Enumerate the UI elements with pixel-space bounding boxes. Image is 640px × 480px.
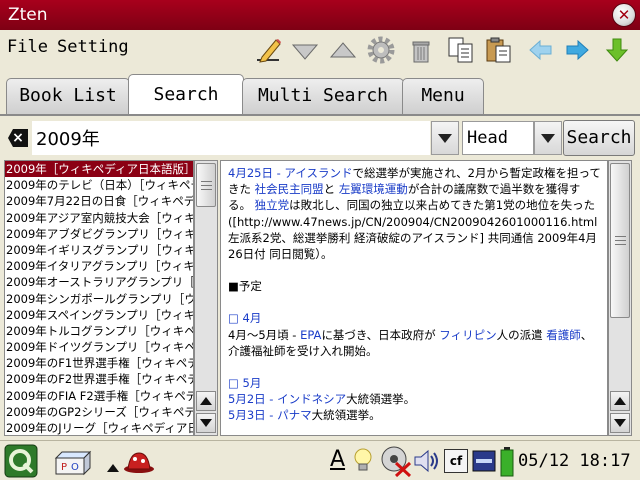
article-citation: ([http://www.47news.jp/CN/200904/CN20090…: [228, 214, 598, 262]
search-input[interactable]: [32, 121, 430, 155]
sd-card-icon[interactable]: [472, 449, 496, 477]
list-item[interactable]: 2009年のJリーグ［ウィキペディア日本語版］: [5, 420, 193, 435]
svg-text:O: O: [71, 462, 79, 473]
arrow-up-icon: [200, 397, 212, 405]
chevron-down-icon: [438, 133, 452, 143]
keyboard-pobox-icon[interactable]: P O: [52, 448, 92, 480]
forward-arrow-icon[interactable]: [562, 35, 592, 65]
search-mode-select[interactable]: Head: [462, 121, 534, 155]
tab-multi-search[interactable]: Multi Search: [242, 78, 404, 114]
list-item[interactable]: 2009年のGP2シリーズ［ウィキペディア日本語版］: [5, 404, 193, 420]
list-item[interactable]: 2009年イギリスグランプリ［ウィキペディア日本語版］: [5, 242, 193, 258]
list-item[interactable]: 2009年［ウィキペディア日本語版］: [5, 161, 193, 178]
close-icon: ✕: [617, 6, 631, 24]
cf-card-icon[interactable]: cf: [444, 449, 468, 473]
month-heading-may: □ 5月: [228, 376, 262, 391]
link[interactable]: インドネシア: [277, 392, 346, 406]
taskbar: P O A cf 05/12 18:17: [0, 440, 640, 480]
tab-search[interactable]: Search: [128, 74, 244, 116]
battery-icon[interactable]: [500, 447, 514, 480]
edit-pencil-icon[interactable]: [254, 35, 284, 65]
tab-menu[interactable]: Menu: [402, 78, 484, 114]
content-scrollbar[interactable]: [608, 160, 632, 436]
article-paragraph: 4月25日 - アイスランドで総選挙が実施され、2月から暫定政権を担ってきた 社…: [228, 166, 601, 213]
chevron-down-icon: [541, 133, 555, 143]
link[interactable]: 左翼環境運動: [339, 182, 408, 196]
link[interactable]: パナマ: [277, 408, 312, 422]
link[interactable]: アイスランド: [284, 166, 352, 180]
input-method-a-icon[interactable]: A: [326, 447, 348, 477]
list-item[interactable]: 2009年オーストラリアグランプリ［ウィキペディア日本語版］: [5, 274, 193, 290]
tab-divider: [0, 114, 640, 116]
scroll-up-icon[interactable]: [328, 35, 358, 65]
list-item[interactable]: 2009年のFIA F2選手権［ウィキペディア日本語版］: [5, 388, 193, 404]
volume-icon[interactable]: [412, 447, 440, 479]
search-row: × Head Search: [0, 117, 640, 159]
list-item[interactable]: 2009年イタリアグランプリ［ウィキペディア日本語版］: [5, 258, 193, 274]
link[interactable]: EPA: [300, 328, 321, 342]
app-hat-icon[interactable]: [122, 449, 156, 479]
link[interactable]: フィリピン: [439, 328, 496, 342]
link[interactable]: 看護師: [546, 328, 581, 342]
clear-search-button[interactable]: ×: [8, 129, 28, 147]
link[interactable]: 5月2日: [228, 392, 266, 406]
article-content: 4月25日 - アイスランドで総選挙が実施され、2月から暫定政権を担ってきた 社…: [220, 160, 608, 436]
menu-setting[interactable]: Setting: [57, 37, 129, 57]
scroll-down-icon[interactable]: [290, 35, 320, 65]
list-item[interactable]: 2009年シンガポールグランプリ［ウィキペディア日本語版］: [5, 291, 193, 307]
list-item[interactable]: 2009年のF1世界選手権［ウィキペディア日本語版］: [5, 355, 193, 371]
article-paragraph: 5月3日 - パナマ大統領選挙。: [228, 408, 381, 423]
link[interactable]: 独立党: [255, 198, 290, 212]
link[interactable]: 社会民主同盟: [255, 182, 324, 196]
list-item[interactable]: 2009年ドイツグランプリ［ウィキペディア日本語版］: [5, 339, 193, 355]
back-arrow-icon[interactable]: [526, 35, 556, 65]
copy-icon[interactable]: [446, 35, 476, 65]
scroll-down-button[interactable]: [610, 413, 630, 433]
close-button[interactable]: ✕: [612, 3, 636, 27]
scroll-up-button[interactable]: [610, 391, 630, 411]
arrow-up-icon: [614, 397, 626, 405]
up-triangle-icon[interactable]: [106, 458, 120, 477]
list-item[interactable]: 2009年アジア室内競技大会［ウィキペディア日本語版］: [5, 210, 193, 226]
network-disconnected-icon[interactable]: [380, 445, 412, 480]
paste-icon[interactable]: [484, 35, 514, 65]
list-item[interactable]: 2009年のテレビ（日本）［ウィキペディア日本語版］: [5, 177, 193, 193]
result-list-scrollbar[interactable]: [194, 160, 218, 436]
scroll-down-button[interactable]: [196, 413, 216, 433]
history-dropdown-button[interactable]: [431, 121, 459, 155]
arrow-down-icon: [200, 419, 212, 427]
list-item[interactable]: 2009年アブダビグランプリ［ウィキペディア日本語版］: [5, 226, 193, 242]
link[interactable]: 4月25日: [228, 166, 273, 180]
month-heading-april: □ 4月: [228, 311, 262, 326]
window-title: Zten: [8, 5, 48, 25]
download-arrow-icon[interactable]: [602, 35, 632, 65]
launcher-q-icon[interactable]: [4, 444, 38, 480]
list-item[interactable]: 2009年7月22日の日食［ウィキペディア日本語版］: [5, 193, 193, 209]
link[interactable]: 5月3日: [228, 408, 266, 422]
scrollbar-thumb[interactable]: [610, 163, 630, 318]
title-bar: Zten ✕: [0, 0, 640, 30]
section-heading: ■予定: [228, 279, 262, 294]
trash-icon[interactable]: [406, 35, 436, 65]
clock: 05/12 18:17: [518, 451, 631, 471]
list-item[interactable]: 2009年のF2世界選手権［ウィキペディア日本語版］: [5, 371, 193, 387]
article-paragraph: 4月～5月頃 - EPAに基づき、日本政府が フィリピン人の派遣 看護師、介護福…: [228, 327, 593, 358]
tab-bar: Book List Search Multi Search Menu: [0, 74, 640, 116]
settings-gear-icon[interactable]: [366, 35, 396, 65]
menu-bar: File Setting: [0, 30, 640, 70]
list-item[interactable]: 2009年スペイングランプリ［ウィキペディア日本語版］: [5, 307, 193, 323]
mode-dropdown-button[interactable]: [534, 121, 562, 155]
light-bulb-icon[interactable]: [352, 446, 374, 480]
arrow-down-icon: [614, 419, 626, 427]
scrollbar-thumb[interactable]: [196, 163, 216, 207]
scroll-up-button[interactable]: [196, 391, 216, 411]
tab-book-list[interactable]: Book List: [6, 78, 130, 114]
article-paragraph: 5月2日 - インドネシア大統領選挙。: [228, 392, 416, 407]
result-list[interactable]: 2009年［ウィキペディア日本語版］ 2009年のテレビ（日本）［ウィキペディア…: [4, 160, 194, 436]
search-button[interactable]: Search: [563, 120, 635, 156]
svg-text:P: P: [61, 462, 67, 473]
menu-file[interactable]: File: [7, 37, 48, 57]
list-item[interactable]: 2009年トルコグランプリ［ウィキペディア日本語版］: [5, 323, 193, 339]
